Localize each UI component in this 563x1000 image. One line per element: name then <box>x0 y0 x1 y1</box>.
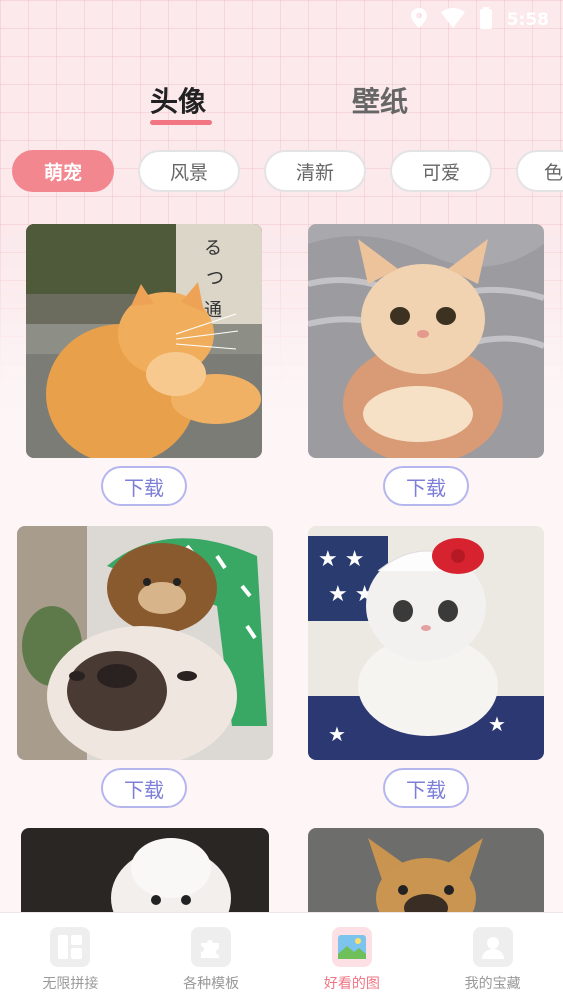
main-tabs: 头像 壁纸 <box>0 80 563 130</box>
battery-icon <box>479 7 493 33</box>
nav-label: 我的宝藏 <box>464 976 521 992</box>
nav-item-collage[interactable]: 无限拼接 <box>0 913 141 1000</box>
tab-wallpaper[interactable]: 壁纸 <box>352 80 408 120</box>
active-tab-indicator <box>150 120 212 125</box>
chip-scenery[interactable]: 风景 <box>138 150 240 192</box>
chip-pets[interactable]: 萌宠 <box>12 150 114 192</box>
status-time: 5:58 <box>506 10 549 30</box>
location-icon <box>410 8 427 32</box>
nav-label: 好看的图 <box>323 976 380 992</box>
download-button[interactable]: 下载 <box>383 768 469 808</box>
bottom-nav: 无限拼接 各种模板 好看的图 我的宝藏 <box>0 912 563 1000</box>
chip-cute[interactable]: 可爱 <box>390 150 492 192</box>
user-icon <box>472 927 513 967</box>
nav-item-my-treasure[interactable]: 我的宝藏 <box>422 913 563 1000</box>
nav-label: 各种模板 <box>183 976 240 992</box>
pet-image-french-bulldog[interactable] <box>308 828 544 912</box>
pet-image-hello-kitty-cat[interactable]: ★ ★ ★ ★ ★ ★ <box>308 526 544 760</box>
image-icon <box>331 927 372 967</box>
category-chips: 萌宠 风景 清新 可爱 色 <box>12 150 563 194</box>
pet-image-cream-cat[interactable] <box>308 224 544 458</box>
svg-text:★: ★ <box>328 722 346 746</box>
download-button[interactable]: 下载 <box>101 768 187 808</box>
pet-image-white-dog[interactable] <box>21 828 269 912</box>
wifi-icon <box>440 8 465 32</box>
svg-text:る: る <box>204 238 222 259</box>
chip-fresh[interactable]: 清新 <box>264 150 366 192</box>
svg-text:つ: つ <box>206 268 224 289</box>
download-button[interactable]: 下载 <box>383 466 469 506</box>
grid-icon <box>50 927 91 967</box>
tab-avatar[interactable]: 头像 <box>150 80 206 120</box>
status-bar: 5:58 <box>0 0 563 40</box>
nav-item-nice-pictures[interactable]: 好看的图 <box>282 913 423 1000</box>
nav-item-templates[interactable]: 各种模板 <box>141 913 282 1000</box>
svg-text:★: ★ <box>488 712 506 736</box>
download-button[interactable]: 下载 <box>101 466 187 506</box>
svg-text:★ ★: ★ ★ <box>318 547 364 572</box>
pet-image-bulldog[interactable] <box>17 526 273 760</box>
nav-label: 无限拼接 <box>42 976 99 992</box>
puzzle-icon <box>191 927 232 967</box>
chip-color[interactable]: 色 <box>516 150 563 192</box>
pet-image-orange-cat[interactable]: る つ 通 <box>26 224 262 458</box>
